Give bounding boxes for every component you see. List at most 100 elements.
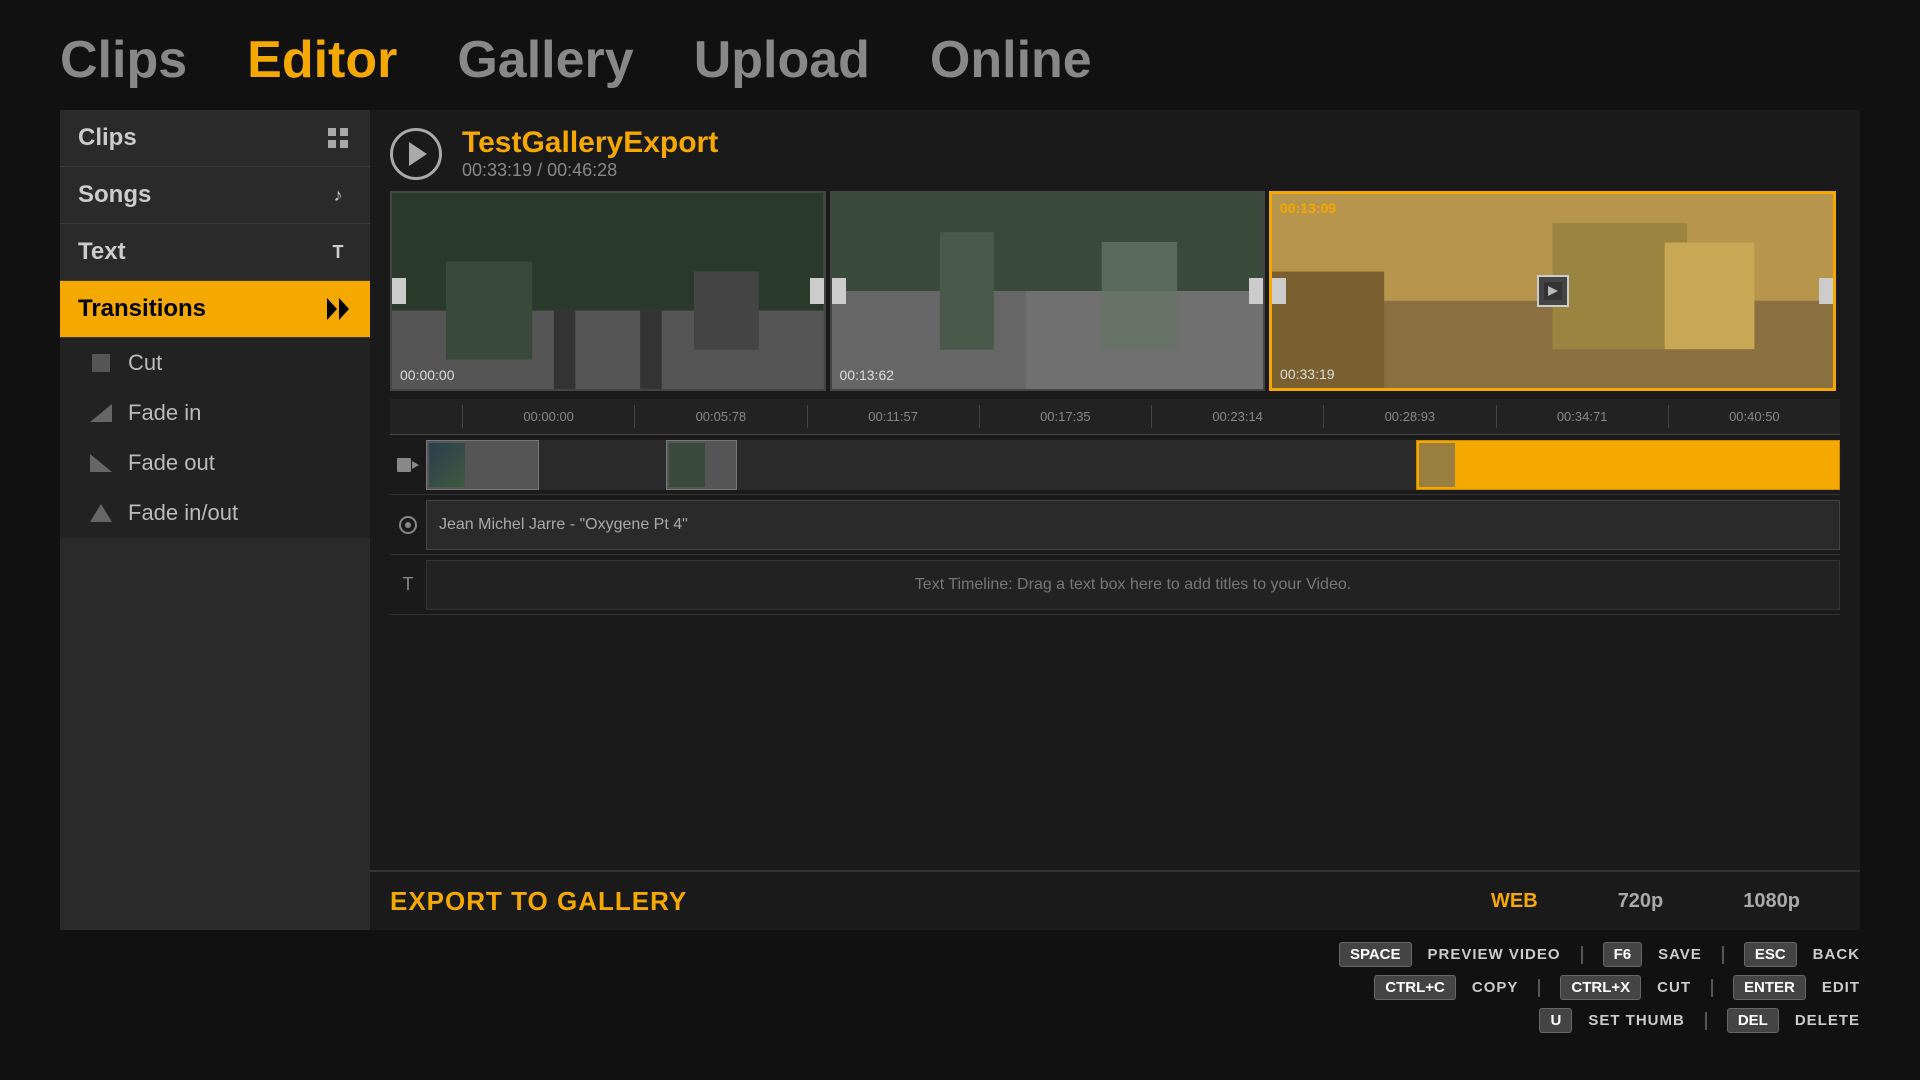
main-layout: Clips Songs ♪ Text T Transitions Cut [0,110,1920,930]
key-del: DEL [1727,1008,1779,1033]
timeline-area: 00:00:00 00:05:78 00:11:57 00:17:35 00:2… [370,399,1860,870]
project-info: TestGalleryExport 00:33:19 / 00:46:28 [462,126,718,181]
total-time: 00:46:28 [547,160,617,180]
text-track: T Text Timeline: Drag a text box here to… [390,555,1840,615]
ruler-mark-6: 00:34:71 [1496,405,1668,428]
nav-upload[interactable]: Upload [694,30,870,90]
project-time: 00:33:19 / 00:46:28 [462,160,718,181]
music-icon: ♪ [324,181,352,209]
timeline-thumb-3 [1419,443,1455,487]
grid-icon [324,124,352,152]
text-timeline-content: Text Timeline: Drag a text box here to a… [426,560,1840,610]
transition-fade-inout[interactable]: Fade in/out [60,488,370,538]
preview-header: TestGalleryExport 00:33:19 / 00:46:28 [370,110,1860,191]
clip-thumbnail-1 [392,193,824,389]
transition-fade-in[interactable]: Fade in [60,388,370,438]
ruler-mark-0: 00:00:00 [462,405,634,428]
sep-2 [1722,946,1724,964]
nav-clips[interactable]: Clips [60,30,187,90]
cut-label: Cut [128,350,162,376]
label-preview-video: PREVIEW VIDEO [1428,946,1561,963]
key-esc: ESC [1744,942,1797,967]
label-cut: CUT [1657,979,1691,996]
play-icon [409,142,427,166]
quality-720p[interactable]: 720p [1578,882,1704,921]
content-area: TestGalleryExport 00:33:19 / 00:46:28 [370,110,1860,930]
project-name: TestGalleryExport [462,126,718,160]
timeline-clip-2[interactable] [666,440,737,490]
export-to-gallery-button[interactable]: EXPORT TO GALLERY [390,886,687,917]
transition-fade-out[interactable]: Fade out [60,438,370,488]
label-save: SAVE [1658,946,1702,963]
cut-transition-icon [88,350,114,376]
transition-cut[interactable]: Cut [60,338,370,388]
label-back: BACK [1813,946,1860,963]
key-u: U [1539,1008,1572,1033]
clip-handle-left-1[interactable] [392,278,406,304]
clip-handle-left-2[interactable] [832,278,846,304]
timeline-thumb-1 [429,443,465,487]
play-button[interactable] [390,128,442,180]
ruler-mark-3: 00:17:35 [979,405,1151,428]
fadein-icon [88,400,114,426]
label-delete: DELETE [1795,1012,1860,1029]
fadeout-label: Fade out [128,450,215,476]
current-time: 00:33:19 [462,160,532,180]
ruler-mark-4: 00:23:14 [1151,405,1323,428]
text-track-icon: T [390,574,426,595]
ruler-mark-5: 00:28:93 [1323,405,1495,428]
quality-options: WEB 720p 1080p [1451,882,1840,921]
clip-time-3: 00:33:19 [1280,366,1335,382]
video-track-icon [390,456,426,474]
transition-marker[interactable] [1537,275,1569,307]
timeline-thumb-2 [669,443,705,487]
timeline-clip-1[interactable] [426,440,539,490]
clip-handle-right-3[interactable] [1819,278,1833,304]
clip-time-1: 00:00:00 [400,367,455,383]
clip-handle-left-3[interactable] [1272,278,1286,304]
shortcut-row-2: CTRL+C COPY CTRL+X CUT ENTER EDIT [1374,975,1860,1000]
key-f6: F6 [1603,942,1643,967]
sep-5 [1705,1012,1707,1030]
audio-track: Jean Michel Jarre - "Oxygene Pt 4" [390,495,1840,555]
clip-time-top-3: 00:13:09 [1280,200,1336,216]
quality-1080p[interactable]: 1080p [1703,882,1840,921]
key-ctrl-c: CTRL+C [1374,975,1456,1000]
nav-editor[interactable]: Editor [247,30,397,90]
sidebar-item-transitions[interactable]: Transitions [60,281,370,338]
preview-clip-1[interactable]: 00:00:00 [390,191,826,391]
sep-1 [1581,946,1583,964]
quality-web[interactable]: WEB [1451,882,1578,921]
audio-track-icon [390,515,426,535]
clip-thumbnail-2 [832,193,1264,389]
clip-handle-right-2[interactable] [1249,278,1263,304]
fadeinout-label: Fade in/out [128,500,238,526]
shortcuts-bar: SPACE PREVIEW VIDEO F6 SAVE ESC BACK CTR… [0,930,1920,1043]
top-navigation: Clips Editor Gallery Upload Online [0,0,1920,110]
ruler-marks: 00:00:00 00:05:78 00:11:57 00:17:35 00:2… [462,405,1840,428]
sidebar: Clips Songs ♪ Text T Transitions Cut [60,110,370,930]
export-bar: EXPORT TO GALLERY WEB 720p 1080p [370,870,1860,930]
shortcut-row-1: SPACE PREVIEW VIDEO F6 SAVE ESC BACK [1339,942,1860,967]
fadein-label: Fade in [128,400,201,426]
clip-handle-right-1[interactable] [810,278,824,304]
sidebar-text-label: Text [78,238,126,266]
audio-track-content[interactable]: Jean Michel Jarre - "Oxygene Pt 4" [426,500,1840,550]
time-separator: / [537,160,547,180]
ruler-mark-2: 00:11:57 [807,405,979,428]
text-track-hint: Text Timeline: Drag a text box here to a… [915,576,1351,594]
sep-3 [1538,979,1540,997]
sidebar-item-clips[interactable]: Clips [60,110,370,167]
video-track-content[interactable] [426,440,1840,490]
key-space: SPACE [1339,942,1412,967]
nav-gallery[interactable]: Gallery [457,30,633,90]
sidebar-songs-label: Songs [78,181,151,209]
sidebar-item-text[interactable]: Text T [60,224,370,281]
fadeout-icon [88,450,114,476]
timeline-clip-3-highlighted[interactable] [1416,440,1840,490]
nav-online[interactable]: Online [930,30,1092,90]
transition-list: Cut Fade in Fade out Fade in/out [60,338,370,538]
preview-clip-2[interactable]: 00:13:62 [830,191,1266,391]
preview-clip-3[interactable]: 00:13:09 00:33:19 [1269,191,1836,391]
sidebar-item-songs[interactable]: Songs ♪ [60,167,370,224]
